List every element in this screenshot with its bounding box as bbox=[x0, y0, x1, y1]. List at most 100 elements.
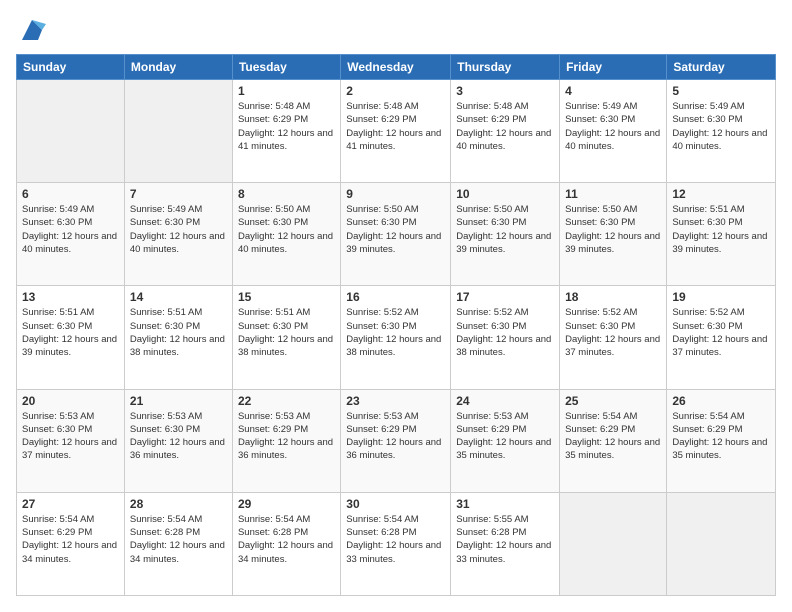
day-number: 16 bbox=[346, 290, 445, 304]
day-number: 22 bbox=[238, 394, 335, 408]
day-number: 13 bbox=[22, 290, 119, 304]
weekday-header-row: SundayMondayTuesdayWednesdayThursdayFrid… bbox=[17, 55, 776, 80]
calendar-week-row: 6 Sunrise: 5:49 AM Sunset: 6:30 PM Daylig… bbox=[17, 183, 776, 286]
day-info: Sunrise: 5:49 AM Sunset: 6:30 PM Dayligh… bbox=[672, 100, 770, 153]
calendar-cell: 14 Sunrise: 5:51 AM Sunset: 6:30 PM Dayli… bbox=[124, 286, 232, 389]
calendar-cell: 24 Sunrise: 5:53 AM Sunset: 6:29 PM Dayli… bbox=[451, 389, 560, 492]
day-info: Sunrise: 5:52 AM Sunset: 6:30 PM Dayligh… bbox=[456, 306, 554, 359]
day-info: Sunrise: 5:48 AM Sunset: 6:29 PM Dayligh… bbox=[456, 100, 554, 153]
day-info: Sunrise: 5:51 AM Sunset: 6:30 PM Dayligh… bbox=[238, 306, 335, 359]
day-number: 19 bbox=[672, 290, 770, 304]
header bbox=[16, 16, 776, 44]
calendar-cell: 12Sunrise: 5:51 AM Sunset: 6:30 PM Dayli… bbox=[667, 183, 776, 286]
day-number: 27 bbox=[22, 497, 119, 511]
day-number: 6 bbox=[22, 187, 119, 201]
logo-icon bbox=[18, 16, 46, 44]
weekday-header-sunday: Sunday bbox=[17, 55, 125, 80]
day-info: Sunrise: 5:54 AM Sunset: 6:28 PM Dayligh… bbox=[238, 513, 335, 566]
calendar-cell: 17 Sunrise: 5:52 AM Sunset: 6:30 PM Dayli… bbox=[451, 286, 560, 389]
day-number: 23 bbox=[346, 394, 445, 408]
calendar-cell bbox=[17, 80, 125, 183]
weekday-header-tuesday: Tuesday bbox=[232, 55, 340, 80]
day-info: Sunrise: 5:50 AM Sunset: 6:30 PM Dayligh… bbox=[565, 203, 661, 256]
day-number: 4 bbox=[565, 84, 661, 98]
calendar-cell: 25 Sunrise: 5:54 AM Sunset: 6:29 PM Dayli… bbox=[560, 389, 667, 492]
day-number: 7 bbox=[130, 187, 227, 201]
day-info: Sunrise: 5:55 AM Sunset: 6:28 PM Dayligh… bbox=[456, 513, 554, 566]
weekday-header-monday: Monday bbox=[124, 55, 232, 80]
day-number: 30 bbox=[346, 497, 445, 511]
logo bbox=[16, 16, 46, 44]
calendar-cell: 31Sunrise: 5:55 AM Sunset: 6:28 PM Dayli… bbox=[451, 492, 560, 595]
day-info: Sunrise: 5:54 AM Sunset: 6:29 PM Dayligh… bbox=[672, 410, 770, 463]
day-number: 5 bbox=[672, 84, 770, 98]
calendar-cell: 16 Sunrise: 5:52 AM Sunset: 6:30 PM Dayli… bbox=[341, 286, 451, 389]
day-number: 3 bbox=[456, 84, 554, 98]
day-info: Sunrise: 5:53 AM Sunset: 6:29 PM Dayligh… bbox=[238, 410, 335, 463]
calendar-cell: 11 Sunrise: 5:50 AM Sunset: 6:30 PM Dayli… bbox=[560, 183, 667, 286]
day-info: Sunrise: 5:51 AM Sunset: 6:30 PM Dayligh… bbox=[672, 203, 770, 256]
day-number: 28 bbox=[130, 497, 227, 511]
day-info: Sunrise: 5:50 AM Sunset: 6:30 PM Dayligh… bbox=[346, 203, 445, 256]
day-info: Sunrise: 5:49 AM Sunset: 6:30 PM Dayligh… bbox=[22, 203, 119, 256]
calendar-cell: 9 Sunrise: 5:50 AM Sunset: 6:30 PM Daylig… bbox=[341, 183, 451, 286]
day-info: Sunrise: 5:50 AM Sunset: 6:30 PM Dayligh… bbox=[456, 203, 554, 256]
day-number: 15 bbox=[238, 290, 335, 304]
calendar-cell: 10 Sunrise: 5:50 AM Sunset: 6:30 PM Dayli… bbox=[451, 183, 560, 286]
calendar-cell: 27 Sunrise: 5:54 AM Sunset: 6:29 PM Dayli… bbox=[17, 492, 125, 595]
day-number: 24 bbox=[456, 394, 554, 408]
calendar-cell: 29 Sunrise: 5:54 AM Sunset: 6:28 PM Dayli… bbox=[232, 492, 340, 595]
day-info: Sunrise: 5:48 AM Sunset: 6:29 PM Dayligh… bbox=[238, 100, 335, 153]
weekday-header-thursday: Thursday bbox=[451, 55, 560, 80]
day-info: Sunrise: 5:51 AM Sunset: 6:30 PM Dayligh… bbox=[22, 306, 119, 359]
day-number: 25 bbox=[565, 394, 661, 408]
day-info: Sunrise: 5:52 AM Sunset: 6:30 PM Dayligh… bbox=[565, 306, 661, 359]
calendar-cell: 2Sunrise: 5:48 AM Sunset: 6:29 PM Daylig… bbox=[341, 80, 451, 183]
calendar-cell: 3 Sunrise: 5:48 AM Sunset: 6:29 PM Daylig… bbox=[451, 80, 560, 183]
day-info: Sunrise: 5:49 AM Sunset: 6:30 PM Dayligh… bbox=[130, 203, 227, 256]
calendar-cell bbox=[560, 492, 667, 595]
calendar-week-row: 20 Sunrise: 5:53 AM Sunset: 6:30 PM Dayli… bbox=[17, 389, 776, 492]
calendar-cell: 15 Sunrise: 5:51 AM Sunset: 6:30 PM Dayli… bbox=[232, 286, 340, 389]
calendar-cell: 26 Sunrise: 5:54 AM Sunset: 6:29 PM Dayli… bbox=[667, 389, 776, 492]
day-number: 26 bbox=[672, 394, 770, 408]
day-info: Sunrise: 5:54 AM Sunset: 6:29 PM Dayligh… bbox=[565, 410, 661, 463]
day-number: 14 bbox=[130, 290, 227, 304]
day-number: 11 bbox=[565, 187, 661, 201]
calendar-cell: 23 Sunrise: 5:53 AM Sunset: 6:29 PM Dayli… bbox=[341, 389, 451, 492]
calendar-cell: 4 Sunrise: 5:49 AM Sunset: 6:30 PM Daylig… bbox=[560, 80, 667, 183]
calendar-cell: 28Sunrise: 5:54 AM Sunset: 6:28 PM Dayli… bbox=[124, 492, 232, 595]
weekday-header-saturday: Saturday bbox=[667, 55, 776, 80]
day-number: 8 bbox=[238, 187, 335, 201]
calendar-cell: 5 Sunrise: 5:49 AM Sunset: 6:30 PM Daylig… bbox=[667, 80, 776, 183]
day-info: Sunrise: 5:53 AM Sunset: 6:29 PM Dayligh… bbox=[346, 410, 445, 463]
day-info: Sunrise: 5:53 AM Sunset: 6:29 PM Dayligh… bbox=[456, 410, 554, 463]
calendar-cell: 19Sunrise: 5:52 AM Sunset: 6:30 PM Dayli… bbox=[667, 286, 776, 389]
day-info: Sunrise: 5:54 AM Sunset: 6:28 PM Dayligh… bbox=[346, 513, 445, 566]
calendar-cell: 18 Sunrise: 5:52 AM Sunset: 6:30 PM Dayli… bbox=[560, 286, 667, 389]
calendar-cell: 8Sunrise: 5:50 AM Sunset: 6:30 PM Daylig… bbox=[232, 183, 340, 286]
calendar-cell: 30 Sunrise: 5:54 AM Sunset: 6:28 PM Dayli… bbox=[341, 492, 451, 595]
day-info: Sunrise: 5:49 AM Sunset: 6:30 PM Dayligh… bbox=[565, 100, 661, 153]
day-info: Sunrise: 5:51 AM Sunset: 6:30 PM Dayligh… bbox=[130, 306, 227, 359]
calendar-cell: 1 Sunrise: 5:48 AM Sunset: 6:29 PM Daylig… bbox=[232, 80, 340, 183]
day-number: 17 bbox=[456, 290, 554, 304]
day-number: 1 bbox=[238, 84, 335, 98]
calendar-week-row: 27 Sunrise: 5:54 AM Sunset: 6:29 PM Dayli… bbox=[17, 492, 776, 595]
calendar-week-row: 1 Sunrise: 5:48 AM Sunset: 6:29 PM Daylig… bbox=[17, 80, 776, 183]
calendar-cell: 13 Sunrise: 5:51 AM Sunset: 6:30 PM Dayli… bbox=[17, 286, 125, 389]
calendar-cell: 20Sunrise: 5:53 AM Sunset: 6:30 PM Dayli… bbox=[17, 389, 125, 492]
day-info: Sunrise: 5:53 AM Sunset: 6:30 PM Dayligh… bbox=[130, 410, 227, 463]
day-info: Sunrise: 5:54 AM Sunset: 6:29 PM Dayligh… bbox=[22, 513, 119, 566]
day-number: 9 bbox=[346, 187, 445, 201]
day-number: 18 bbox=[565, 290, 661, 304]
calendar-cell: 21 Sunrise: 5:53 AM Sunset: 6:30 PM Dayli… bbox=[124, 389, 232, 492]
day-number: 20 bbox=[22, 394, 119, 408]
day-number: 10 bbox=[456, 187, 554, 201]
weekday-header-wednesday: Wednesday bbox=[341, 55, 451, 80]
day-number: 21 bbox=[130, 394, 227, 408]
day-info: Sunrise: 5:52 AM Sunset: 6:30 PM Dayligh… bbox=[346, 306, 445, 359]
day-number: 29 bbox=[238, 497, 335, 511]
calendar-cell bbox=[124, 80, 232, 183]
day-info: Sunrise: 5:48 AM Sunset: 6:29 PM Dayligh… bbox=[346, 100, 445, 153]
